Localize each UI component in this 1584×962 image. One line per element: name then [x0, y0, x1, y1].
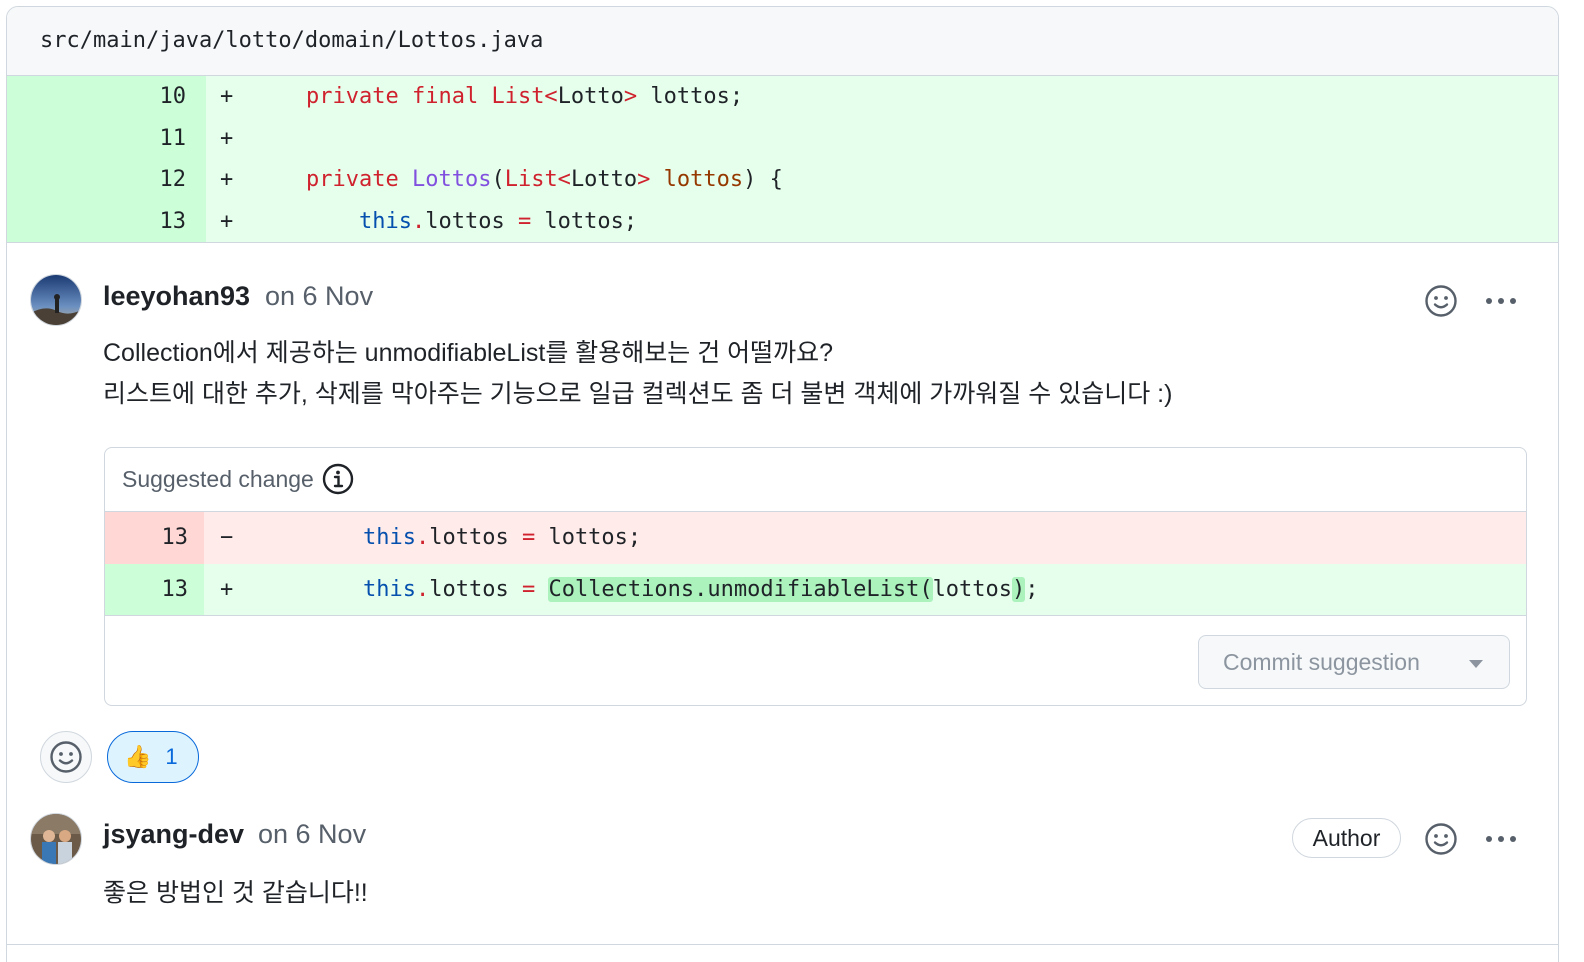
avatar-image	[31, 814, 81, 864]
suggestion-added-line: 13 + this.lottos = Collections.unmodifia…	[105, 564, 1526, 616]
code-token: lottos	[429, 577, 522, 602]
diff-line: 11 +	[7, 117, 1558, 160]
diff-sign: +	[220, 167, 234, 192]
author-badge: Author	[1292, 818, 1401, 858]
code-token: List<	[491, 84, 558, 109]
suggested-change-title: Suggested change	[122, 466, 314, 492]
code-token: lottos	[663, 167, 744, 192]
code-token: =	[521, 525, 536, 550]
info-icon[interactable]	[322, 463, 354, 495]
more-options-button[interactable]	[1481, 281, 1521, 321]
suggestion-removed-line: 13 − this.lottos = lottos;	[105, 512, 1526, 564]
suggested-change-header: Suggested change	[105, 448, 1526, 512]
diff-sign: +	[220, 208, 234, 234]
code-line: private Lottos(List<Lotto> lottos) {	[244, 159, 1558, 201]
code-line: this.lottos = lottos;	[244, 201, 1558, 243]
code-token: Lottos	[411, 167, 492, 192]
more-options-button[interactable]	[1481, 819, 1521, 859]
file-path[interactable]: src/main/java/lotto/domain/Lottos.java	[40, 28, 543, 53]
add-reaction-button[interactable]	[1421, 819, 1461, 859]
diff-line: 13 + this.lottos = lottos;	[7, 200, 1558, 243]
code-token: >	[637, 167, 651, 192]
code-line: private final List<Lotto> lottos;	[244, 76, 1558, 118]
code-token: lottos	[429, 525, 522, 550]
code-token: ;	[1025, 577, 1039, 602]
code-token: lottos;	[531, 208, 638, 234]
line-number: 13	[105, 564, 204, 615]
kebab-horizontal-icon	[1486, 836, 1516, 842]
code-token: .	[415, 577, 430, 602]
comment-date[interactable]: on 6 Nov	[265, 281, 373, 312]
comment-body-line: Collection에서 제공하는 unmodifiableList를 활용해보…	[103, 339, 834, 367]
diff-sign: −	[220, 525, 234, 550]
code-token: private	[306, 84, 399, 109]
comment-body: 좋은 방법인 것 같습니다!!	[103, 879, 368, 907]
code-token: private	[306, 167, 399, 192]
add-reaction-button[interactable]	[1421, 281, 1461, 321]
code-token: Lotto	[570, 167, 638, 192]
line-number[interactable]: 11	[7, 117, 206, 159]
smiley-icon	[50, 741, 82, 773]
code-token: final	[411, 84, 479, 109]
code-token: this	[358, 208, 412, 234]
commit-suggestion-label: Commit suggestion	[1223, 648, 1420, 675]
avatar[interactable]	[30, 813, 82, 865]
file-path-header[interactable]: src/main/java/lotto/domain/Lottos.java	[7, 7, 1558, 76]
code-token: Lotto	[557, 84, 624, 109]
code-token: >	[623, 84, 638, 109]
line-number[interactable]: 12	[7, 159, 206, 201]
reaction-thumbs-up-button[interactable]: 👍 1	[107, 731, 199, 783]
line-number: 13	[105, 512, 204, 564]
code-highlight: Collections.unmodifiableList(	[548, 577, 933, 602]
line-number[interactable]: 13	[7, 200, 206, 242]
line-number[interactable]: 10	[7, 76, 206, 118]
add-reaction-button[interactable]	[40, 731, 92, 783]
code-token: lottos;	[637, 84, 744, 109]
reaction-count: 1	[165, 744, 178, 769]
smiley-icon	[1425, 823, 1457, 855]
diff-sign: +	[220, 84, 234, 109]
diff-line: 10 + private final List<Lotto> lottos;	[7, 76, 1558, 118]
comment-body-line: 리스트에 대한 추가, 삭제를 막아주는 기능으로 일급 컬렉션도 좀 더 불변…	[103, 380, 1173, 408]
code-token: .	[415, 525, 430, 550]
comment-author[interactable]: leeyohan93	[103, 281, 250, 312]
smiley-icon	[1425, 285, 1457, 317]
thumbs-up-icon: 👍	[124, 744, 152, 769]
diff-line: 12 + private Lottos(List<Lotto> lottos) …	[7, 159, 1558, 201]
code-line: this.lottos = Collections.unmodifiableLi…	[242, 564, 1526, 615]
diff-sign: +	[220, 125, 234, 151]
code-token: List<	[504, 167, 571, 192]
code-token: lottos;	[535, 525, 642, 550]
code-highlight: )	[1012, 577, 1026, 602]
comment-date[interactable]: on 6 Nov	[258, 819, 366, 850]
code-token: .	[411, 208, 426, 234]
avatar-image	[31, 275, 81, 325]
commit-suggestion-button[interactable]: Commit suggestion	[1198, 635, 1510, 689]
kebab-horizontal-icon	[1486, 298, 1516, 304]
avatar[interactable]	[30, 274, 82, 326]
code-token: lottos	[932, 577, 1013, 602]
diff-hunk: 10 + private final List<Lotto> lottos; 1…	[7, 76, 1558, 243]
comment-author[interactable]: jsyang-dev	[103, 819, 244, 850]
diff-sign: +	[220, 577, 234, 602]
code-token: =	[521, 577, 536, 602]
code-token: this	[363, 577, 416, 602]
review-thread: src/main/java/lotto/domain/Lottos.java 1…	[6, 6, 1559, 962]
code-line: this.lottos = lottos;	[242, 512, 1526, 564]
code-token: lottos	[425, 208, 518, 234]
code-token: (	[491, 167, 505, 192]
code-token: ) {	[743, 167, 783, 192]
code-token: =	[517, 208, 532, 234]
caret-down-icon	[1469, 660, 1483, 668]
code-token: this	[363, 525, 416, 550]
divider	[7, 944, 1558, 945]
suggested-change-box: Suggested change 13 − this.lottos = lott…	[104, 447, 1527, 706]
